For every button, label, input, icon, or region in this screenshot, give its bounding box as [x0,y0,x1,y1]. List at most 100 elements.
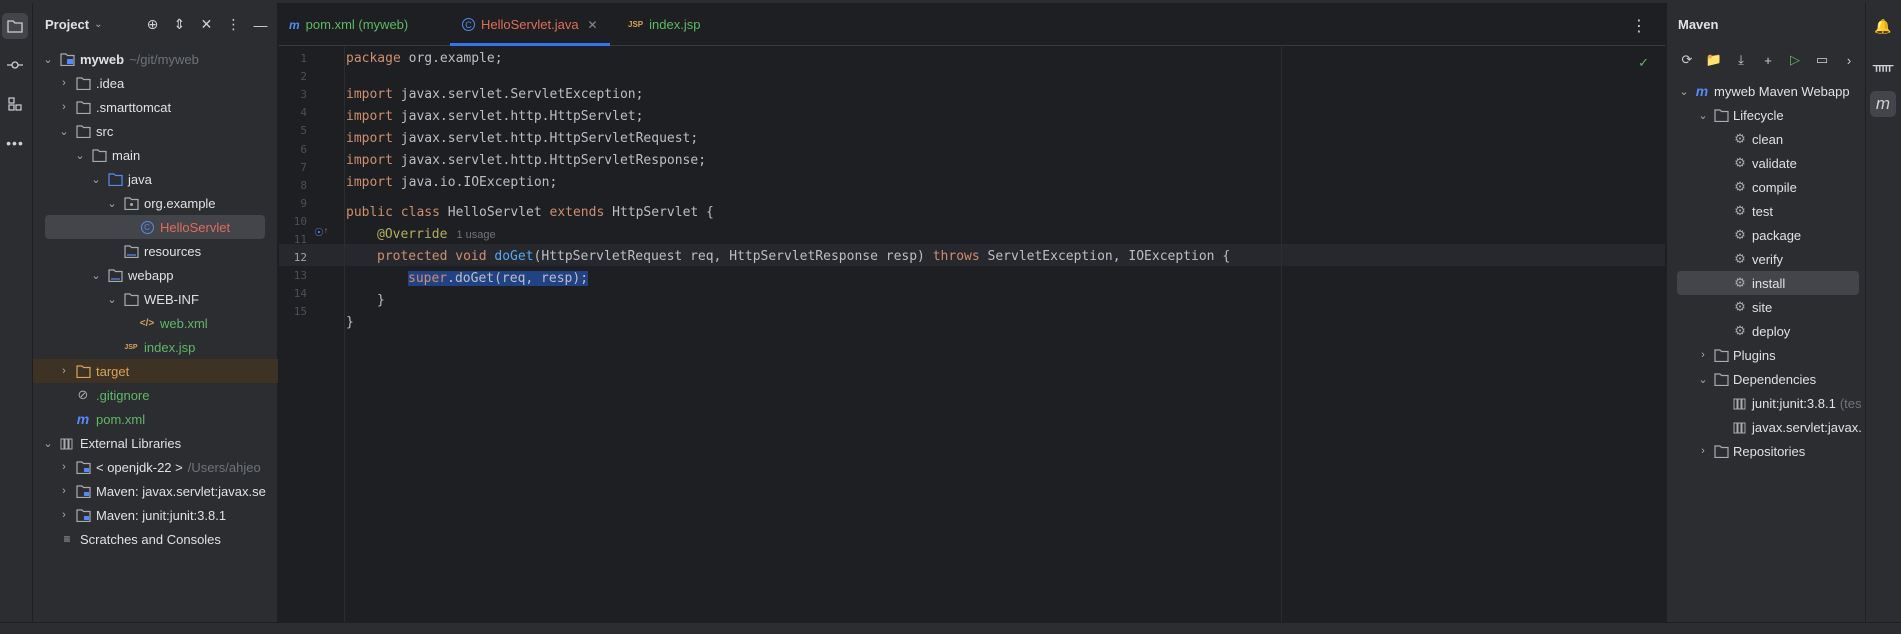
spiral-icon: ᚅ [1872,57,1894,74]
chevron-right-icon[interactable]: › [57,509,71,521]
expand-all-icon[interactable]: ⇕ [171,16,188,33]
code-line-7: import java.io.IOException; [346,175,558,190]
maven-tree-item[interactable]: ⌄ m myweb Maven Webapp [1667,79,1866,103]
tab-index-jsp[interactable]: JSP index.jsp [628,3,700,46]
more-chevron-right-icon[interactable]: › [1840,51,1858,69]
tree-item[interactable]: ⌄ org.example [33,191,278,215]
tree-item[interactable]: ⌄ myweb ~/git/myweb [33,47,278,71]
chevron-right-icon[interactable]: › [57,461,71,473]
chevron-right-icon[interactable]: › [1696,445,1710,457]
maven-item-label: verify [1752,251,1784,267]
usage-hint[interactable]: 1 usage [456,229,495,241]
tree-item-label: Scratches and Consoles [80,531,221,547]
commit-tool-button[interactable] [2,52,28,78]
chevron-down-icon[interactable]: ⌄ [1677,85,1691,98]
tab-helloservlet-java[interactable]: C HelloServlet.java ✕ [450,3,610,46]
code-editor[interactable]: package org.example; import javax.servle… [346,47,1656,622]
tree-item[interactable]: ⌄ External Libraries [33,431,278,455]
tree-item[interactable]: › Maven: javax.servlet:javax.se [33,479,278,503]
maven-tree-item[interactable]: ⚙ compile [1667,175,1866,199]
chevron-down-icon[interactable]: ⌄ [57,125,71,138]
tab-pom-xml[interactable]: m pom.xml (myweb) [289,3,408,46]
maven-tree-item[interactable]: ⌄ Lifecycle [1667,103,1866,127]
chevron-down-icon[interactable]: ⌄ [105,197,119,210]
maven-tree-item[interactable]: › Repositories [1667,439,1866,463]
tree-item[interactable]: ⌄ main [33,143,278,167]
chevron-right-icon[interactable]: › [57,485,71,497]
maven-tree-item[interactable]: ⚙ clean [1667,127,1866,151]
chevron-down-icon[interactable]: ⌄ [1696,109,1710,122]
run-icon[interactable]: ▷ [1786,51,1804,69]
chevron-right-icon[interactable]: › [57,101,71,113]
tree-item[interactable]: ⊘ .gitignore [33,383,278,407]
tree-item[interactable]: ⌄ src [33,119,278,143]
chevron-down-icon[interactable]: ⌄ [1696,373,1710,386]
chevron-down-icon[interactable]: ⌄ [105,293,119,306]
locate-icon[interactable]: ⊕ [144,16,161,33]
maven-tree-item[interactable]: ⚙ package [1667,223,1866,247]
override-marker-icon[interactable]: ☉↑ [314,226,328,239]
tree-item[interactable]: › target [33,359,278,383]
more-tools-button[interactable]: ••• [2,130,28,156]
lifecycle-folder-icon [1713,107,1729,123]
tab-label: HelloServlet.java [481,17,579,32]
folder-icon [75,123,91,139]
tree-item[interactable]: ≡ Scratches and Consoles [33,527,278,551]
library-icon [59,435,75,451]
maven-tree-item[interactable]: ⚙ site [1667,295,1866,319]
collapse-all-icon[interactable]: ✕ [198,16,215,33]
tree-item-label: web.xml [160,315,208,331]
notifications-button[interactable]: 🔔 [1870,13,1896,39]
tree-item[interactable]: › < openjdk-22 >/Users/ahjeo [33,455,278,479]
chevron-down-icon[interactable]: ⌄ [89,269,103,282]
tree-item[interactable]: ⌄ WEB-INF [33,287,278,311]
tree-item[interactable]: ⌄ webapp [33,263,278,287]
tree-item[interactable]: › Maven: junit:junit:3.8.1 [33,503,278,527]
tree-item[interactable]: › .idea [33,71,278,95]
tree-item[interactable]: ⌄ java [33,167,278,191]
tree-item-label: .gitignore [96,387,150,403]
project-panel-title[interactable]: Project [45,17,89,32]
chevron-right-icon[interactable]: › [57,77,71,89]
gear-icon: ⚙ [1734,251,1746,266]
reload-icon[interactable]: ⟳ [1678,51,1696,69]
hide-panel-icon[interactable]: — [252,16,269,33]
tree-item[interactable]: </> web.xml [33,311,278,335]
maven-tool-button[interactable]: m [1870,91,1896,117]
tree-item[interactable]: › .smarttomcat [33,95,278,119]
chevron-down-icon[interactable]: ⌄ [41,437,55,450]
tree-item-label: Maven: javax.servlet:javax.se [96,483,266,499]
project-tool-button[interactable] [2,13,28,39]
chevron-down-icon[interactable]: ⌄ [89,173,103,186]
add-maven-project-icon[interactable]: 📁 [1705,51,1723,69]
close-icon[interactable]: ✕ [588,18,598,32]
resources-folder-icon [123,243,139,259]
tree-item[interactable]: JSP index.jsp [33,335,278,359]
maven-tree-item[interactable]: javax.servlet:javax. [1667,415,1866,439]
structure-tool-button[interactable] [2,91,28,117]
chevron-down-icon[interactable]: ⌄ [94,19,102,30]
maven-tree-item[interactable]: junit:junit:3.8.1 (tes [1667,391,1866,415]
chevron-right-icon[interactable]: › [57,365,71,377]
line-number-gutter[interactable]: ☉↑ 1 2 3 4 5 6 7 8 9 10 11 12 13 14 15 [279,47,344,622]
chevron-right-icon[interactable]: › [1696,349,1710,361]
tree-item[interactable]: C HelloServlet [45,215,265,239]
plus-icon[interactable]: + [1759,51,1777,69]
tree-item[interactable]: m pom.xml [33,407,278,431]
maven-tree-item[interactable]: ⌄ Dependencies [1667,367,1866,391]
maven-tree-item[interactable]: ⚙ verify [1667,247,1866,271]
tabs-options-icon[interactable]: ⋮ [1631,16,1647,36]
ai-assistant-button[interactable]: ᚅ [1870,52,1896,78]
chevron-down-icon[interactable]: ⌄ [41,53,55,66]
tree-item[interactable]: resources [33,239,278,263]
library-folder-icon [75,483,91,499]
download-icon[interactable]: ⤓ [1732,51,1750,69]
options-kebab-icon[interactable]: ⋮ [225,16,242,33]
maven-tree-item[interactable]: ⚙ validate [1667,151,1866,175]
maven-tree-item[interactable]: ⚙ deploy [1667,319,1866,343]
toggle-offline-icon[interactable]: ▭ [1813,51,1831,69]
maven-tree-item[interactable]: ⚙ test [1667,199,1866,223]
chevron-down-icon[interactable]: ⌄ [73,149,87,162]
maven-tree-item[interactable]: ⚙ install [1677,271,1859,295]
maven-tree-item[interactable]: › Plugins [1667,343,1866,367]
